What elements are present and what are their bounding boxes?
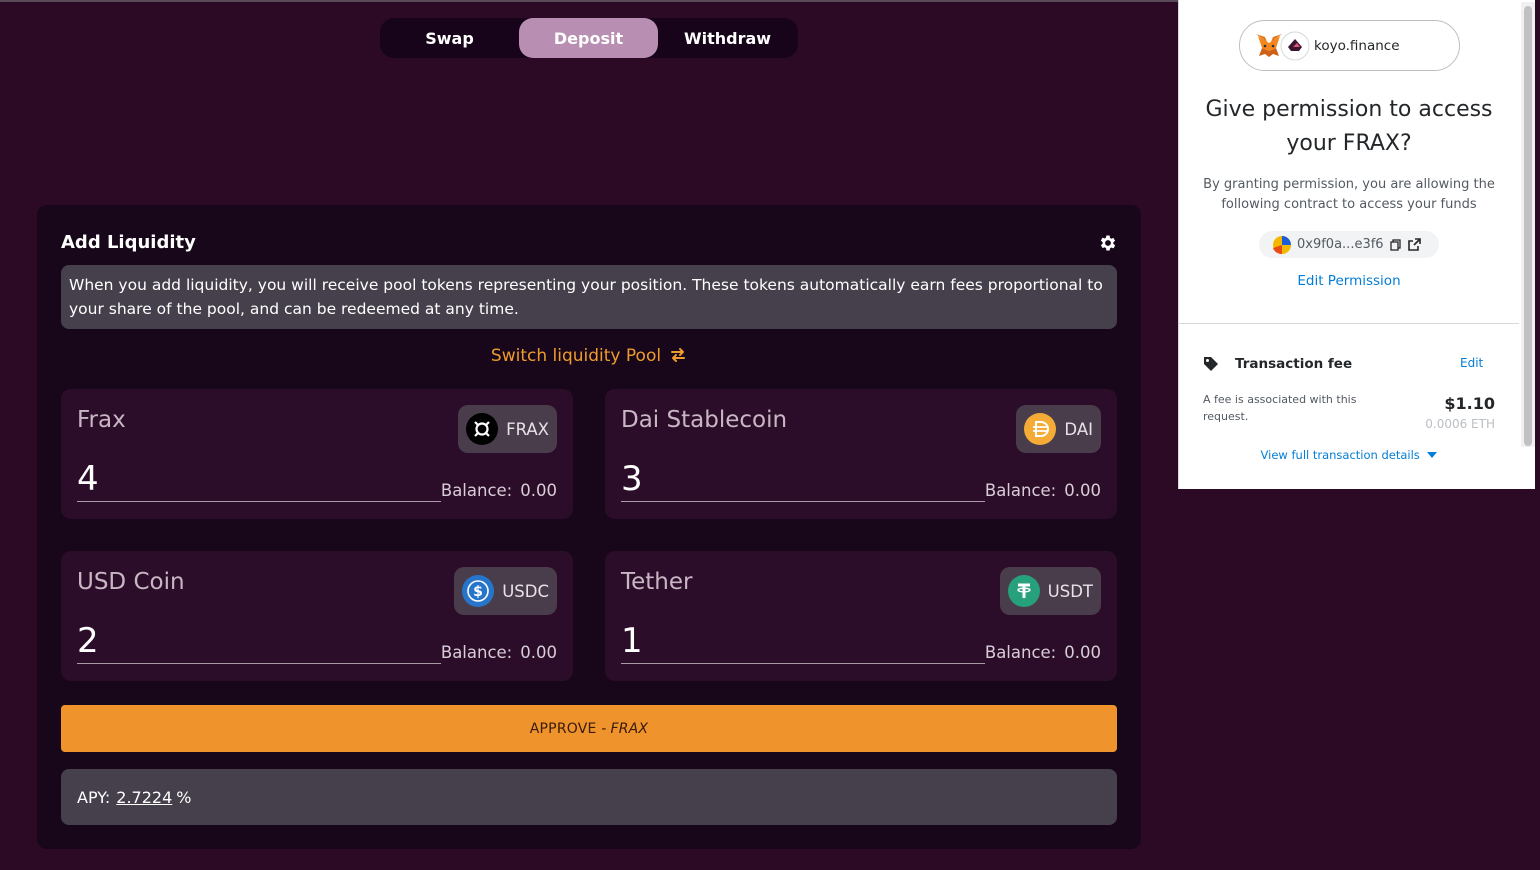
info-box: When you add liquidity, you will receive… <box>61 265 1117 329</box>
scrollbar-thumb[interactable] <box>1524 6 1532 446</box>
token-name: Frax <box>77 407 126 433</box>
amount-input[interactable]: 2 <box>77 619 441 664</box>
divider <box>1179 323 1519 324</box>
tab-swap[interactable]: Swap <box>380 18 519 58</box>
mode-tabs: Swap Deposit Withdraw <box>380 18 798 58</box>
token-panel-frax: Frax FRAX 4 Balance: 0.00 <box>61 389 573 519</box>
fee-title: Transaction fee <box>1235 356 1353 372</box>
token-symbol: FRAX <box>506 419 549 439</box>
apy-label: APY: <box>77 787 111 807</box>
balance-value: 0.00 <box>520 643 557 662</box>
copy-icon[interactable] <box>1389 238 1402 251</box>
amount-input[interactable]: 4 <box>77 457 441 502</box>
token-name: USD Coin <box>77 569 185 595</box>
scrollbar[interactable] <box>1521 2 1535 447</box>
apy-value[interactable]: 2.7224 <box>116 788 172 807</box>
balance-value: 0.00 <box>1064 643 1101 662</box>
token-panel-usdc: USD Coin $ USDC 2 Balance: 0.00 <box>61 551 573 681</box>
token-symbol: USDT <box>1047 581 1093 601</box>
fee-edit-link[interactable]: Edit <box>1460 356 1483 370</box>
dai-icon <box>1024 413 1057 445</box>
balance: Balance: 0.00 <box>441 481 557 500</box>
gear-icon[interactable] <box>1098 233 1118 253</box>
koyo-site-icon <box>1280 31 1310 60</box>
apy-unit: % <box>176 787 192 807</box>
edit-permission-link[interactable]: Edit Permission <box>1179 273 1519 289</box>
svg-text:$: $ <box>473 584 483 600</box>
token-symbol: USDC <box>502 581 549 601</box>
metamask-popup: koyo.finance Give permission to access y… <box>1178 0 1535 489</box>
swap-arrows-icon <box>671 348 686 362</box>
top-border <box>0 0 1178 2</box>
external-link-icon[interactable] <box>1407 238 1421 251</box>
token-panel-dai: Dai Stablecoin DAI 3 Balance: 0.00 <box>605 389 1117 519</box>
caret-down-icon <box>1427 452 1438 458</box>
apy-box: APY: 2.7224% <box>61 769 1117 825</box>
switch-pool-button[interactable]: Switch liquidity Pool <box>37 346 1141 366</box>
fee-usd: $1.10 <box>1444 394 1495 413</box>
permission-description: By granting permission, you are allowing… <box>1203 177 1495 212</box>
site-name: koyo.finance <box>1314 37 1400 54</box>
approve-label: APPROVE - <box>529 720 607 737</box>
tag-icon <box>1204 357 1218 371</box>
contract-address-pill: 0x9f0a...e3f6 <box>1259 231 1439 258</box>
site-origin-pill: koyo.finance <box>1239 20 1460 71</box>
fee-eth: 0.0006 ETH <box>1425 417 1495 431</box>
balance: Balance: 0.00 <box>985 481 1101 500</box>
token-name: Tether <box>621 569 693 595</box>
fee-note: A fee is associated with this request. <box>1203 393 1357 423</box>
switch-pool-label: Switch liquidity Pool <box>490 346 662 366</box>
balance-value: 0.00 <box>1064 481 1101 500</box>
tab-withdraw[interactable]: Withdraw <box>658 18 797 58</box>
usdc-icon: $ <box>462 575 495 607</box>
token-name: Dai Stablecoin <box>621 407 788 433</box>
balance-label: Balance: <box>984 643 1057 662</box>
view-details-label: View full transaction details <box>1260 448 1420 462</box>
balance-label: Balance: <box>984 481 1057 500</box>
balance: Balance: 0.00 <box>441 643 557 662</box>
balance: Balance: 0.00 <box>985 643 1101 662</box>
token-badge[interactable]: USDT <box>999 567 1101 615</box>
token-panel-usdt: Tether USDT 1 Balance: 0.00 <box>605 551 1117 681</box>
tether-icon <box>1007 575 1040 607</box>
token-badge[interactable]: $ USDC <box>454 567 557 615</box>
frax-icon <box>466 413 499 445</box>
balance-value: 0.00 <box>520 481 557 500</box>
permission-title: Give permission to access your FRAX? <box>1205 97 1493 156</box>
balance-label: Balance: <box>440 481 513 500</box>
approve-button[interactable]: APPROVE - FRAX <box>61 705 1117 752</box>
token-badge[interactable]: FRAX <box>458 405 557 453</box>
token-badge[interactable]: DAI <box>1016 405 1101 453</box>
amount-input[interactable]: 1 <box>621 619 985 664</box>
contract-identicon-icon <box>1273 235 1291 254</box>
card-title: Add Liquidity <box>61 232 196 253</box>
add-liquidity-card: Add Liquidity When you add liquidity, yo… <box>37 205 1141 849</box>
contract-address: 0x9f0a...e3f6 <box>1297 237 1384 252</box>
view-details-link[interactable]: View full transaction details <box>1179 448 1519 462</box>
token-symbol: DAI <box>1064 419 1093 439</box>
balance-label: Balance: <box>440 643 513 662</box>
tab-deposit[interactable]: Deposit <box>519 18 658 58</box>
amount-input[interactable]: 3 <box>621 457 985 502</box>
approve-token: FRAX <box>610 720 649 737</box>
